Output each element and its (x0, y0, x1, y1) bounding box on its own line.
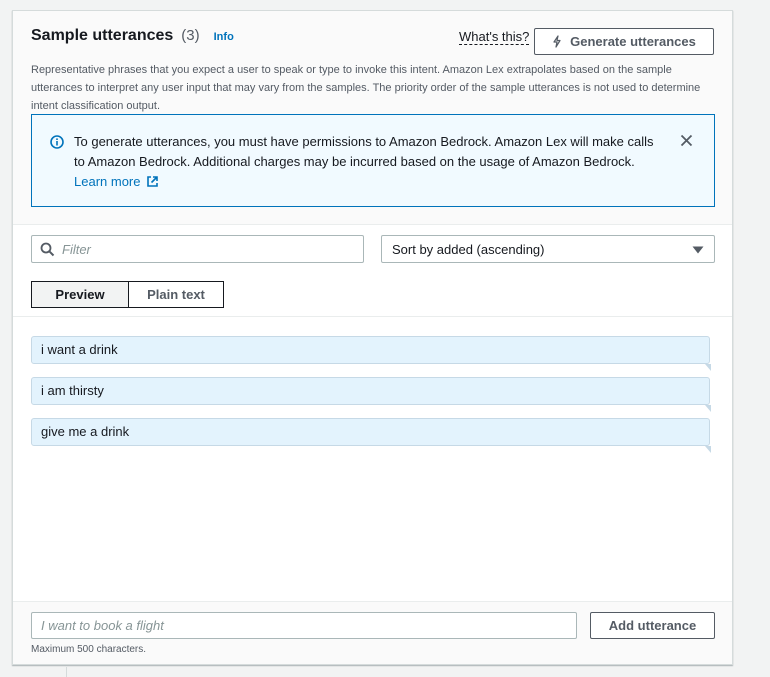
title-row: Sample utterances (3) Info (31, 27, 234, 45)
tab-preview[interactable]: Preview (31, 281, 129, 308)
learn-more-link[interactable]: Learn more (74, 174, 159, 189)
tab-plain-text[interactable]: Plain text (129, 281, 224, 308)
alert-message: To generate utterances, you must have pe… (74, 132, 664, 192)
panel-header: Sample utterances (3) Info What's this? … (13, 11, 732, 225)
add-utterance-button[interactable]: Add utterance (590, 612, 715, 639)
new-utterance-input[interactable] (31, 612, 577, 639)
generate-utterances-button[interactable]: Generate utterances (534, 28, 714, 55)
utterance-text: i am thirsty (41, 383, 104, 398)
close-icon[interactable] (680, 134, 693, 147)
utterance-item[interactable]: i am thirsty (31, 377, 711, 412)
panel-footer: Add utterance Maximum 500 characters. (13, 602, 732, 664)
sample-utterances-panel: Sample utterances (3) Info What's this? … (12, 10, 733, 665)
info-icon (50, 135, 64, 149)
utterance-item[interactable]: give me a drink (31, 418, 711, 453)
divider (66, 667, 67, 677)
info-link[interactable]: Info (214, 31, 234, 43)
panel-description: Representative phrases that you expect a… (31, 64, 701, 112)
max-characters-hint: Maximum 500 characters. (31, 644, 147, 655)
bubble-tail (705, 364, 711, 371)
alert-text: To generate utterances, you must have pe… (74, 134, 654, 169)
sort-select[interactable]: Sort by added (ascending) (381, 235, 715, 263)
bubble-tail (705, 446, 711, 453)
filter-field[interactable] (31, 235, 364, 263)
view-toggle: Preview Plain text (31, 281, 224, 308)
caret-down-icon (692, 246, 704, 254)
lightning-icon (553, 35, 561, 48)
utterance-text: give me a drink (41, 424, 130, 439)
bedrock-permissions-alert: To generate utterances, you must have pe… (31, 114, 715, 207)
whats-this-link[interactable]: What's this? (459, 30, 530, 45)
utterance-text: i want a drink (41, 342, 118, 357)
bubble-tail (705, 405, 711, 412)
utterance-item[interactable]: i want a drink (31, 336, 711, 371)
search-icon (40, 242, 55, 257)
sort-selected-value: Sort by added (ascending) (392, 242, 545, 257)
divider (13, 316, 732, 317)
filter-input[interactable] (62, 239, 357, 259)
panel-title: Sample utterances (31, 27, 174, 44)
utterance-list: i want a drink i am thirsty give me a dr… (31, 336, 711, 459)
utterance-count: (3) (181, 27, 200, 44)
external-link-icon (147, 176, 158, 187)
learn-more-label: Learn more (74, 174, 141, 189)
generate-utterances-label: Generate utterances (570, 34, 696, 49)
